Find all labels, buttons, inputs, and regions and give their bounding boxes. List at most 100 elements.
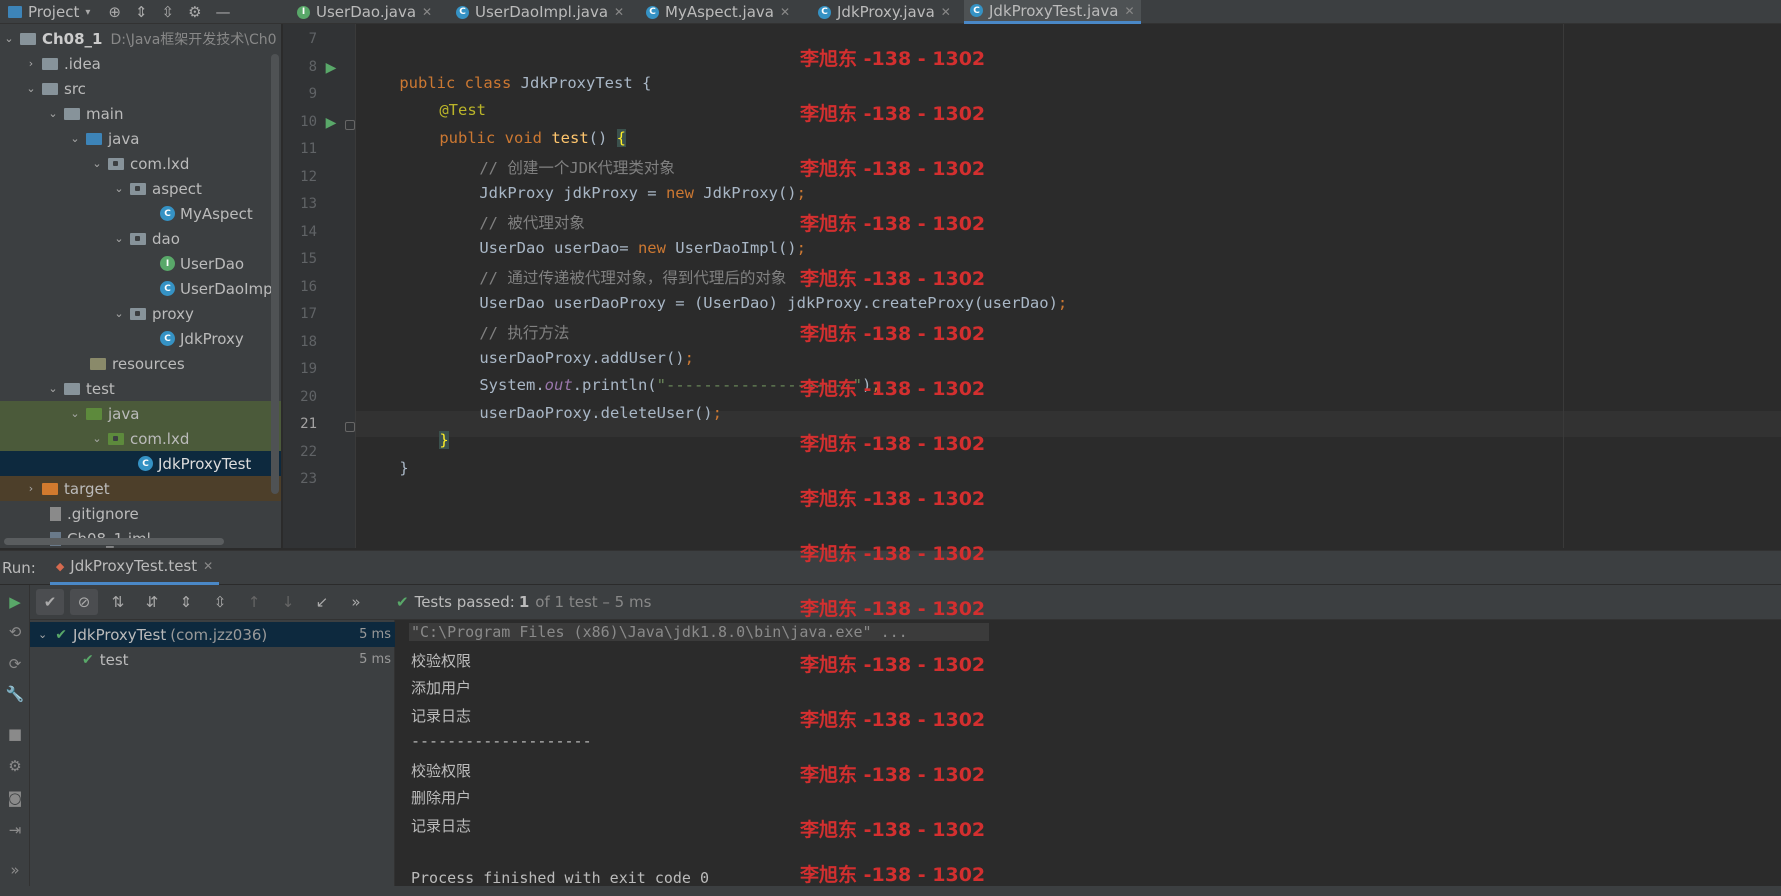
sort-alpha-icon[interactable]: ⇅ [104,589,132,615]
run-tab[interactable]: ◆ JdkProxyTest.test ✕ [49,551,220,585]
module-folder-icon [20,32,36,45]
show-ignored-icon[interactable]: ⊘ [70,589,98,615]
code-line-21: } [439,431,449,449]
run-test-icon[interactable]: ▶ [323,115,339,131]
tab-jdkproxytest[interactable]: C JdkProxyTest.java ✕ [964,0,1141,24]
tree-item-test-com-lxd[interactable]: ⌄ com.lxd [0,426,281,451]
tree-item-src[interactable]: ⌄ src [0,76,281,101]
line-number: 13 [300,196,317,212]
class-icon: C [970,4,983,17]
project-toolwindow-header[interactable]: Project ▾ ⊕ ⇕ ⇳ ⚙ — [0,0,281,24]
console-output[interactable]: "C:\Program Files (x86)\Java\jdk1.8.0\bi… [396,620,1781,896]
locate-icon[interactable]: ⊕ [108,3,121,21]
next-test-icon[interactable]: ↓ [274,589,302,615]
line-number: 8 [308,59,317,75]
tree-item-gitignore[interactable]: .gitignore [0,501,281,526]
previous-test-icon[interactable]: ↑ [240,589,268,615]
chevron-down-icon[interactable]: ⌄ [46,107,60,120]
code-line-9: @Test [439,101,486,119]
chevron-down-icon[interactable]: ⌄ [112,182,126,195]
tree-item-userdao[interactable]: I UserDao [0,251,281,276]
tree-horizontal-scrollbar[interactable] [4,538,224,545]
settings-gear-icon[interactable]: ⚙ [188,3,201,21]
bottom-scrollbar[interactable] [0,886,1781,896]
stop-icon[interactable]: ■ [5,725,25,743]
fold-icon[interactable] [345,120,355,130]
chevron-down-icon[interactable]: ⌄ [112,307,126,320]
chevron-down-icon[interactable]: ⌄ [68,407,82,420]
close-icon[interactable]: ✕ [1124,4,1134,18]
chevron-down-icon[interactable]: ⌄ [112,232,126,245]
rerun-icon[interactable]: ▶ [5,593,25,611]
console-line: 添加用户 [411,679,472,697]
toggle-auto-test-icon[interactable]: ⟳ [5,655,25,673]
minimize-icon[interactable]: — [216,3,231,21]
console-line: 校验权限 [411,762,472,780]
chevron-down-icon[interactable]: ⌄ [24,82,38,95]
watermark: 李旭东 -138 - 1302 [800,764,986,786]
tab-jdkproxy[interactable]: C JdkProxy.java ✕ [812,0,957,24]
show-passed-icon[interactable]: ✔ [36,589,64,615]
tree-item-root[interactable]: ⌄ Ch08_1 D:\Java框架开发技术\Ch0 [0,26,281,51]
tree-item-test[interactable]: ⌄ test [0,376,281,401]
close-icon[interactable]: ✕ [422,5,432,19]
tree-item-target[interactable]: › target [0,476,281,501]
close-icon[interactable]: ✕ [614,5,624,19]
chevron-right-icon[interactable]: › [24,482,38,495]
tree-item-jdkproxytest[interactable]: C JdkProxyTest [0,451,281,476]
test-suite-row[interactable]: ⌄ ✔ JdkProxyTest (com.jzz036) 5 ms [30,622,395,647]
code-editor[interactable]: public class JdkProxyTest { @Test public… [356,24,1781,548]
tree-vertical-scrollbar[interactable] [271,54,279,494]
tree-item-dao[interactable]: ⌄ dao [0,226,281,251]
collapse-all-icon[interactable]: ⇳ [162,3,175,21]
close-icon[interactable]: ✕ [941,5,951,19]
tab-myaspect[interactable]: C MyAspect.java ✕ [640,0,796,24]
sort-duration-icon[interactable]: ⇵ [138,589,166,615]
tab-userdao[interactable]: I UserDao.java ✕ [291,0,438,24]
chevron-right-icon[interactable]: › [24,57,38,70]
expand-all-icon[interactable]: ⇕ [135,3,148,21]
tree-item-proxy[interactable]: ⌄ proxy [0,301,281,326]
more-icon[interactable]: » [342,589,370,615]
tree-item-com-lxd[interactable]: ⌄ com.lxd [0,151,281,176]
chevron-down-icon[interactable]: ⌄ [90,432,104,445]
chevron-down-icon[interactable]: ⌄ [46,382,60,395]
fold-icon[interactable] [345,422,355,432]
rerun-failed-icon[interactable]: ⟲ [5,623,25,641]
tree-item-main[interactable]: ⌄ main [0,101,281,126]
tree-item-userdaoimpl[interactable]: C UserDaoImpl [0,276,281,301]
watermark: 李旭东 -138 - 1302 [800,488,986,510]
chevron-down-icon[interactable]: ⌄ [2,32,16,45]
exit-icon[interactable]: ⇥ [5,821,25,839]
tree-item-resources[interactable]: resources [0,351,281,376]
tree-item-jdkproxy[interactable]: C JdkProxy [0,326,281,351]
tree-item-aspect[interactable]: ⌄ aspect [0,176,281,201]
expand-all-icon[interactable]: ⇕ [172,589,200,615]
run-label: Run: [2,558,36,577]
close-icon[interactable]: ✕ [780,5,790,19]
chevron-down-icon[interactable]: ⌄ [90,157,104,170]
tree-item-test-java[interactable]: ⌄ java [0,401,281,426]
console-line: 记录日志 [411,707,472,725]
dropdown-icon[interactable]: ▾ [85,7,90,18]
import-tests-icon[interactable]: ↙ [308,589,336,615]
class-icon: C [160,206,175,221]
settings-icon[interactable]: ⚙ [5,757,25,775]
class-icon: C [646,5,659,19]
line-number: 7 [308,31,317,47]
collapse-all-icon[interactable]: ⇳ [206,589,234,615]
chevron-down-icon[interactable]: ⌄ [68,132,82,145]
tree-item-myaspect[interactable]: C MyAspect [0,201,281,226]
test-method-row[interactable]: ✔ test 5 ms [30,647,395,672]
more-icon[interactable]: » [5,861,25,879]
tree-item-idea[interactable]: › .idea [0,51,281,76]
console-line: -------------------- [411,732,592,750]
line-number: 11 [300,141,317,157]
chevron-down-icon[interactable]: ⌄ [38,628,47,641]
tab-userdaoimpl[interactable]: C UserDaoImpl.java ✕ [450,0,630,24]
camera-icon[interactable]: ◙ [5,789,25,807]
tree-item-main-java[interactable]: ⌄ java [0,126,281,151]
close-icon[interactable]: ✕ [203,559,213,573]
run-test-icon[interactable]: ▶ [323,60,339,76]
wrench-icon[interactable]: 🔧 [5,685,25,703]
